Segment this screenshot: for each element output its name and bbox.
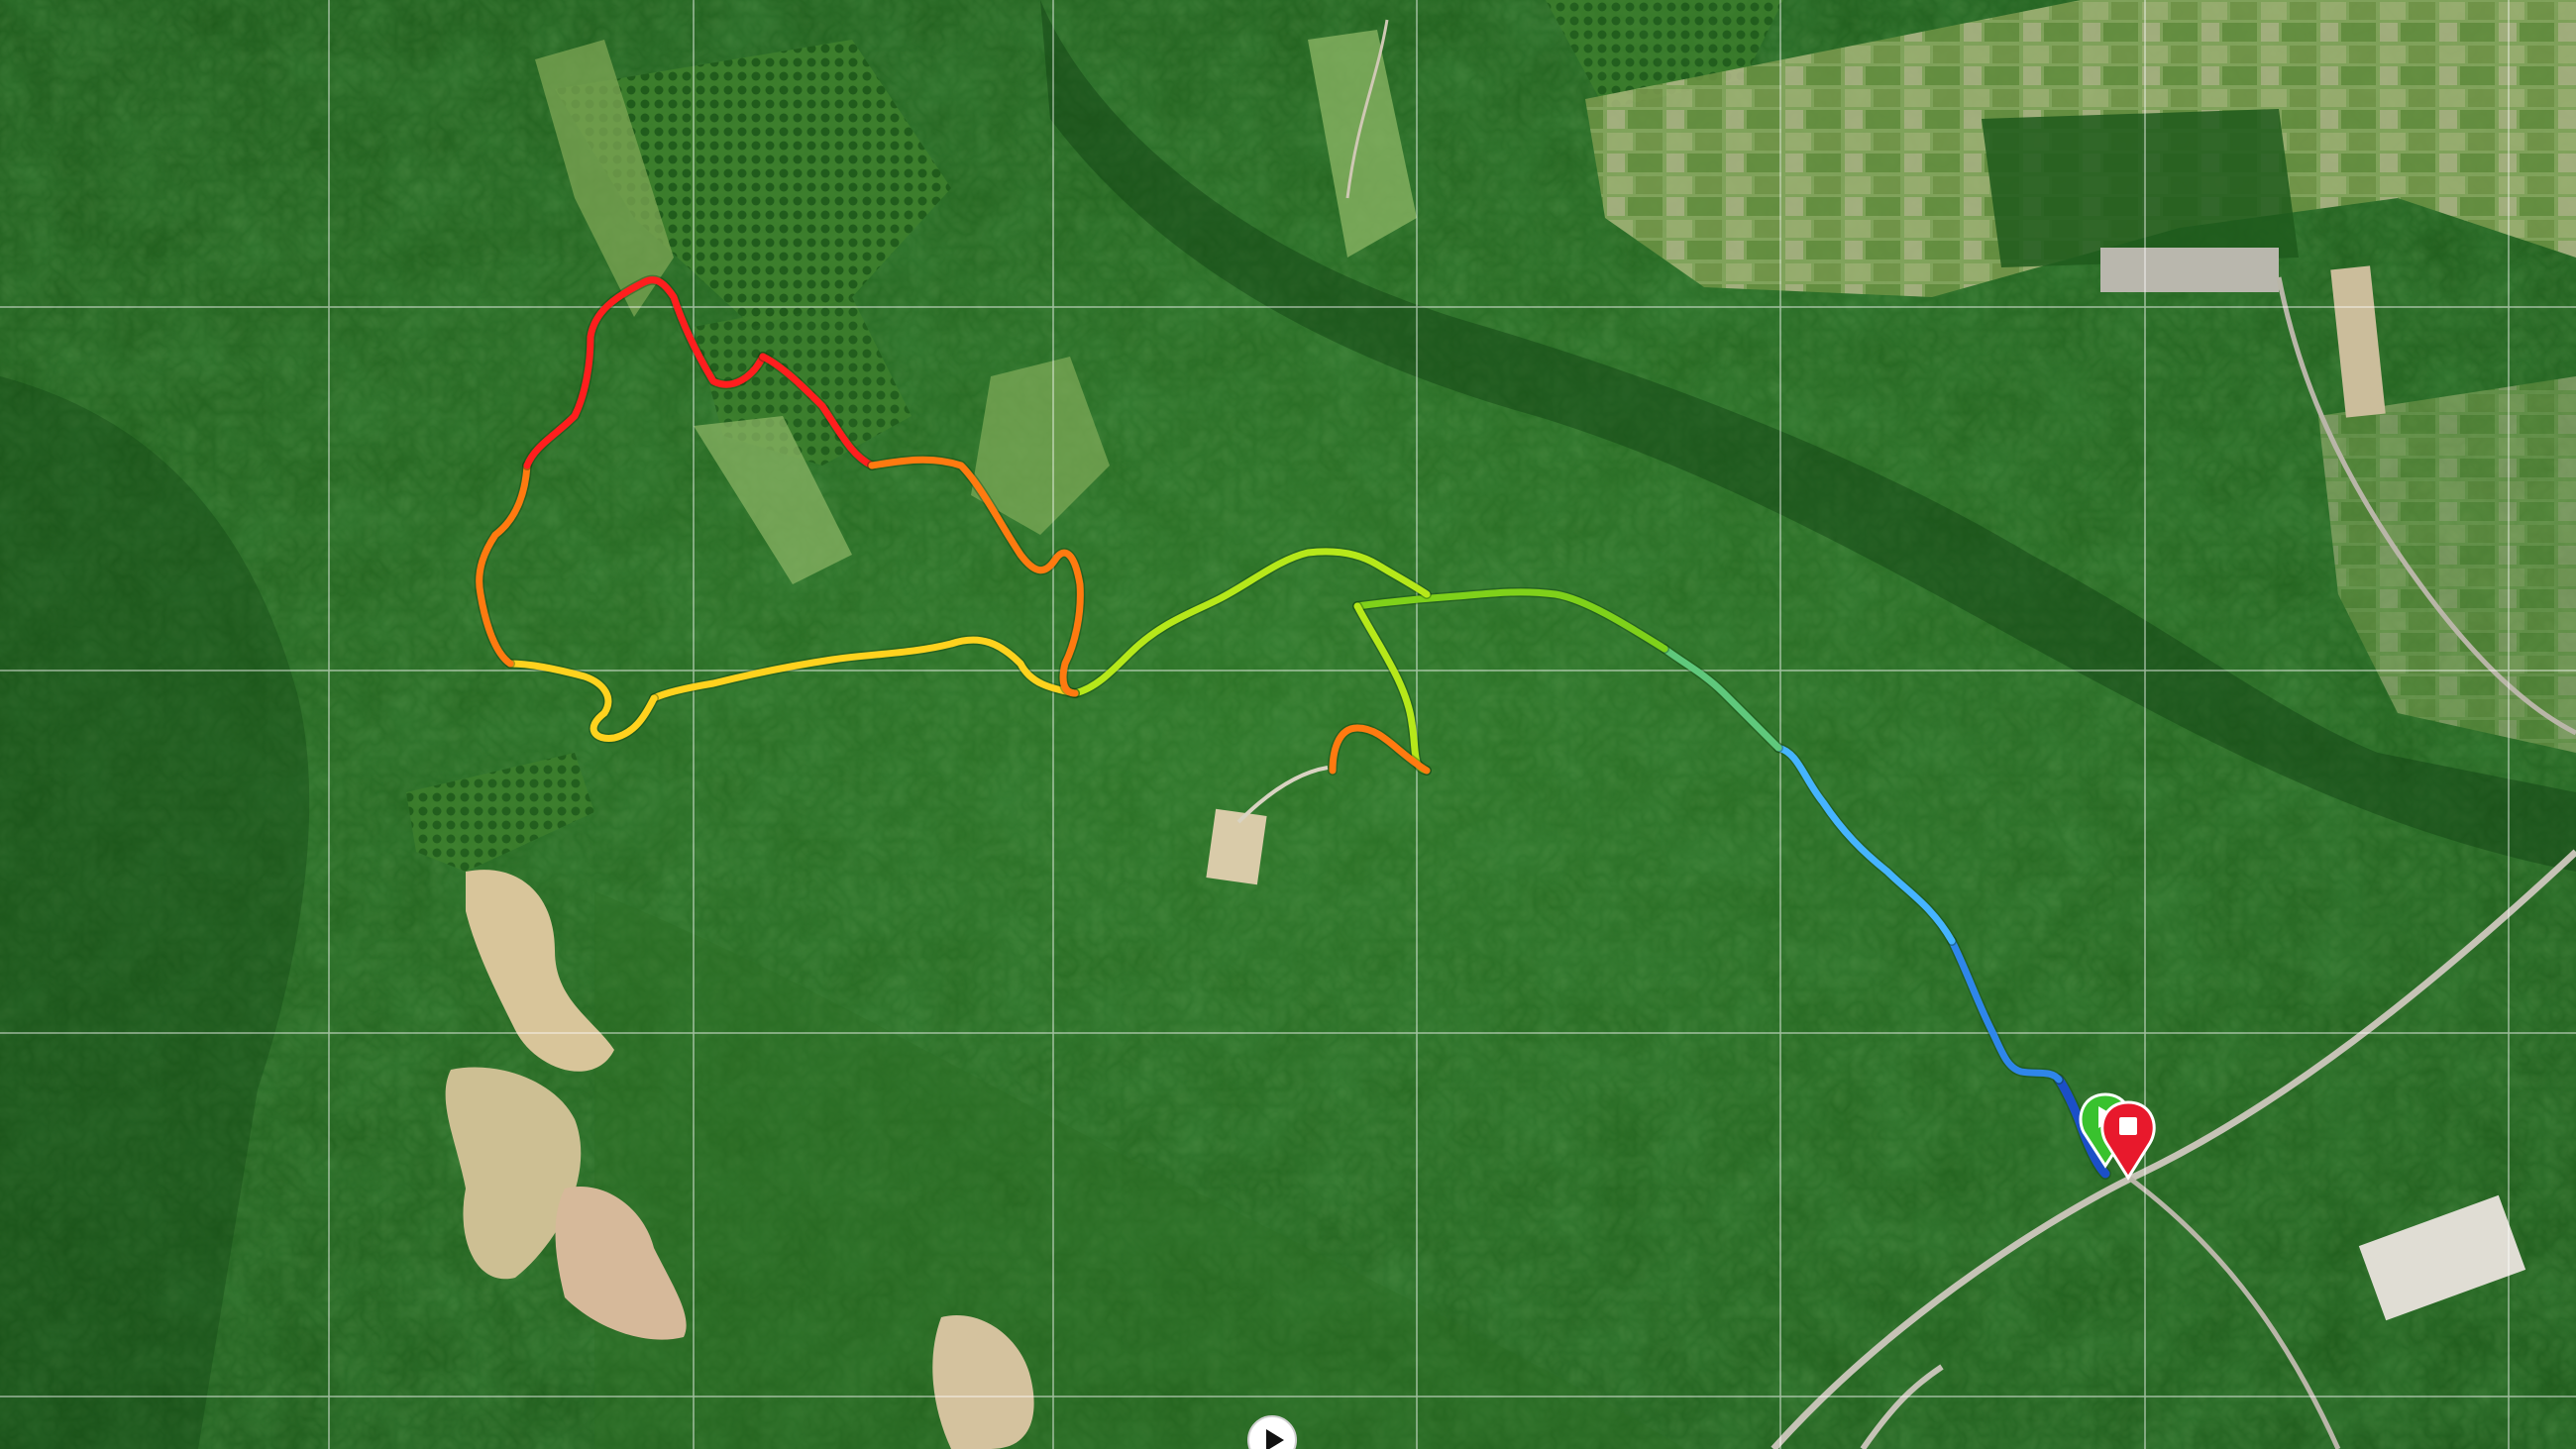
facility-pad <box>1206 808 1267 885</box>
map-canvas[interactable] <box>0 0 2576 1449</box>
parking-area <box>2100 248 2279 292</box>
satellite-map[interactable] <box>0 0 2576 1449</box>
forest-patch-ne <box>1982 109 2299 267</box>
stop-glyph <box>2119 1117 2137 1135</box>
